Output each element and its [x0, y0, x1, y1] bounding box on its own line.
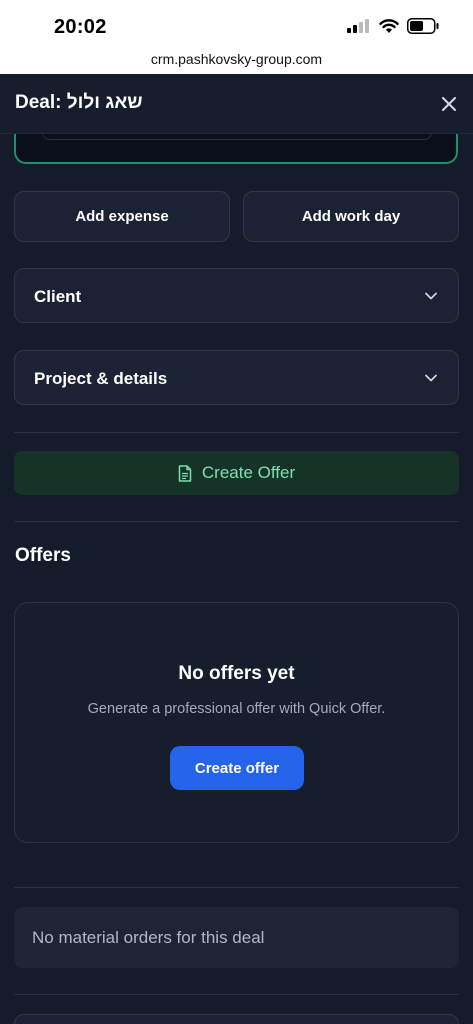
offers-empty-title: No offers yet: [178, 663, 295, 684]
offers-heading: Offers: [15, 545, 71, 566]
create-offer-button[interactable]: Create offer: [170, 746, 304, 790]
divider: [14, 994, 459, 995]
wifi-icon: [379, 18, 399, 33]
deal-header: Deal: שאג ולול: [0, 74, 473, 134]
close-icon[interactable]: [439, 94, 459, 114]
status-bar: 20:02: [0, 0, 473, 48]
project-accordion-label: Project & details: [34, 369, 168, 388]
document-icon: [178, 464, 192, 482]
material-orders-empty-text: No material orders for this deal: [32, 928, 265, 947]
offers-empty-subtitle: Generate a professional offer with Quick…: [87, 701, 386, 717]
divider: [14, 887, 459, 888]
add-work-day-button[interactable]: Add work day: [243, 191, 459, 242]
divider: [14, 432, 459, 433]
signal-icon: [347, 19, 369, 33]
divider: [14, 521, 459, 522]
battery-icon: [407, 18, 439, 34]
status-time: 20:02: [54, 16, 107, 38]
deal-title: Deal: שאג ולול: [15, 92, 143, 113]
create-offer-bar-button[interactable]: Create Offer: [14, 451, 459, 495]
next-section-card: [14, 1014, 459, 1024]
chevron-down-icon: [425, 292, 437, 300]
chevron-down-icon: [425, 374, 437, 382]
project-accordion[interactable]: Project & details: [14, 350, 459, 405]
client-accordion-label: Client: [34, 287, 82, 306]
add-expense-button[interactable]: Add expense: [14, 191, 230, 242]
create-offer-bar-label: Create Offer: [201, 463, 296, 482]
action-buttons: Add expense Add work day: [14, 191, 459, 242]
client-accordion[interactable]: Client: [14, 268, 459, 323]
offers-empty-card: No offers yet Generate a professional of…: [14, 602, 459, 843]
url-bar[interactable]: crm.pashkovsky-group.com: [0, 48, 473, 74]
status-icons: [347, 18, 439, 34]
material-orders-empty: No material orders for this deal: [14, 907, 459, 968]
